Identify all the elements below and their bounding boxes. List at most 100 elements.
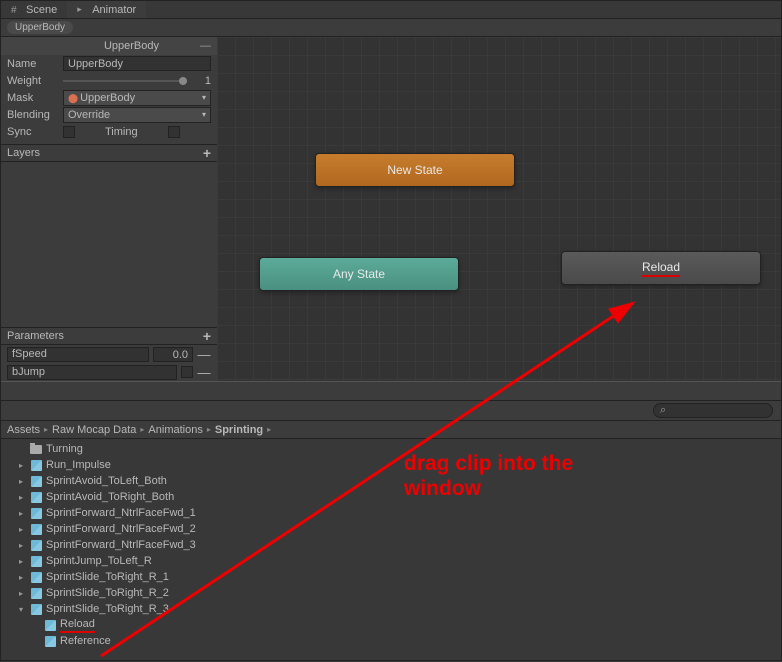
tree-item-label: SprintAvoid_ToLeft_Both [46,475,167,487]
mask-label: Mask [7,92,63,104]
sync-checkbox[interactable] [63,126,75,138]
animation-clip-item[interactable]: ▸ SprintAvoid_ToLeft_Both [1,473,781,489]
animation-clip-icon [31,556,42,567]
node-label: New State [387,163,442,177]
expand-arrow-icon[interactable]: ▸ [19,493,29,502]
tree-item-label: SprintJump_ToLeft_R [46,555,152,567]
animation-clip-item[interactable]: ▸ SprintAvoid_ToRight_Both [1,489,781,505]
expand-arrow-icon[interactable]: ▸ [19,541,29,550]
tree-item-label: SprintSlide_ToRight_R_2 [46,587,169,599]
animation-clip-item[interactable]: ▸ SprintForward_NtrlFaceFwd_2 [1,521,781,537]
blending-select[interactable]: Override [63,107,211,123]
expand-arrow-icon[interactable]: ▸ [19,589,29,598]
tree-item-label: Run_Impulse [46,459,111,471]
project-search[interactable] [653,403,773,418]
project-toolbar [1,401,781,421]
remove-param-button[interactable]: — [197,365,211,380]
animation-clip-icon [31,460,42,471]
breadcrumb-item[interactable]: Sprinting [215,424,263,436]
param-row: fSpeed 0.0 — [1,345,217,363]
node-label: Any State [333,267,385,281]
tab-bar: Scene Animator [1,1,781,19]
animation-clip-icon [31,492,42,503]
breadcrumb-item[interactable]: Animations [148,424,202,436]
tree-item-label: SprintAvoid_ToRight_Both [46,491,174,503]
animation-clip-item[interactable]: ▸ SprintForward_NtrlFaceFwd_1 [1,505,781,521]
tab-scene[interactable]: Scene [1,1,67,18]
animation-clip-item[interactable]: ▸ SprintSlide_ToRight_R_1 [1,569,781,585]
animation-clip-item[interactable]: ▸ SprintJump_ToLeft_R [1,553,781,569]
remove-param-button[interactable]: — [197,347,211,362]
timing-checkbox[interactable] [168,126,180,138]
weight-label: Weight [7,75,63,87]
animation-clip-item[interactable]: ▸ Run_Impulse [1,457,781,473]
param-name[interactable]: fSpeed [7,347,149,362]
tab-animator[interactable]: Animator [67,1,146,18]
state-node-new-state[interactable]: New State [315,153,515,187]
add-parameter-button[interactable]: + [203,328,211,344]
breadcrumb-layer[interactable]: UpperBody [7,21,73,34]
tab-animator-label: Animator [92,4,136,16]
parameters-label: Parameters [7,330,64,342]
parameters-header: Parameters + [1,327,217,345]
slider-thumb[interactable] [179,77,187,85]
animation-clip-item[interactable]: Reference [1,633,781,649]
animation-clip-icon [31,476,42,487]
state-node-reload[interactable]: Reload [561,251,761,285]
animation-clip-item[interactable]: Reload [1,617,781,633]
expand-arrow-icon[interactable]: ▸ [19,461,29,470]
inspector-header: UpperBody — [1,37,217,55]
tree-item-label: SprintSlide_ToRight_R_1 [46,571,169,583]
animator-icon [77,4,88,15]
animation-clip-icon [31,572,42,583]
tree-item-label: SprintForward_NtrlFaceFwd_2 [46,523,196,535]
weight-value[interactable]: 1 [191,75,211,87]
sync-label: Sync [7,126,63,138]
param-value[interactable]: 0.0 [153,347,193,362]
name-field[interactable]: UpperBody [63,56,211,71]
add-layer-button[interactable]: + [203,145,211,161]
breadcrumb-item[interactable]: Assets [7,424,40,436]
expand-arrow-icon[interactable]: ▸ [19,477,29,486]
expand-arrow-icon[interactable]: ▾ [19,605,29,614]
project-breadcrumb: Assets▸ Raw Mocap Data▸ Animations▸ Spri… [1,421,781,439]
animation-clip-item[interactable]: ▸ SprintSlide_ToRight_R_2 [1,585,781,601]
folder-item[interactable]: Turning [1,441,781,457]
animation-clip-icon [31,524,42,535]
animation-clip-icon [31,540,42,551]
param-name[interactable]: bJump [7,365,177,380]
folder-icon [30,445,42,454]
layer-inspector: UpperBody — Name UpperBody Weight 1 Mask… [1,37,217,140]
param-bool-checkbox[interactable] [181,366,193,378]
animator-breadcrumb: UpperBody [1,19,781,37]
param-row: bJump — [1,363,217,381]
tree-item-label: Reference [60,635,111,647]
mask-select[interactable]: ⬤UpperBody [63,90,211,106]
tree-item-label: SprintForward_NtrlFaceFwd_1 [46,507,196,519]
weight-slider[interactable] [63,80,187,82]
layers-header: Layers + [1,144,217,162]
main-area: UpperBody — Name UpperBody Weight 1 Mask… [1,37,781,381]
expand-arrow-icon[interactable]: ▸ [19,509,29,518]
breadcrumb-item[interactable]: Raw Mocap Data [52,424,136,436]
animation-clip-item[interactable]: ▾SprintSlide_ToRight_R_3 [1,601,781,617]
blending-label: Blending [7,109,63,121]
animation-clip-icon [45,620,56,631]
animation-clip-icon [31,604,42,615]
panel-divider[interactable] [1,381,781,401]
expand-arrow-icon[interactable]: ▸ [19,573,29,582]
expand-arrow-icon[interactable]: ▸ [19,557,29,566]
animation-clip-icon [31,588,42,599]
inspector-title: UpperBody [104,40,159,52]
left-panel: UpperBody — Name UpperBody Weight 1 Mask… [1,37,217,381]
node-label: Reload [642,260,680,277]
collapse-icon[interactable]: — [200,40,211,52]
animation-clip-item[interactable]: ▸SprintForward_NtrlFaceFwd_3 [1,537,781,553]
tab-scene-label: Scene [26,4,57,16]
state-node-any-state[interactable]: Any State [259,257,459,291]
expand-arrow-icon[interactable]: ▸ [19,525,29,534]
parameters-list: fSpeed 0.0 — bJump — [1,345,217,381]
animator-graph[interactable]: New State Any State Reload [217,37,781,381]
tree-item-label: Turning [46,443,83,455]
layers-label: Layers [7,147,40,159]
